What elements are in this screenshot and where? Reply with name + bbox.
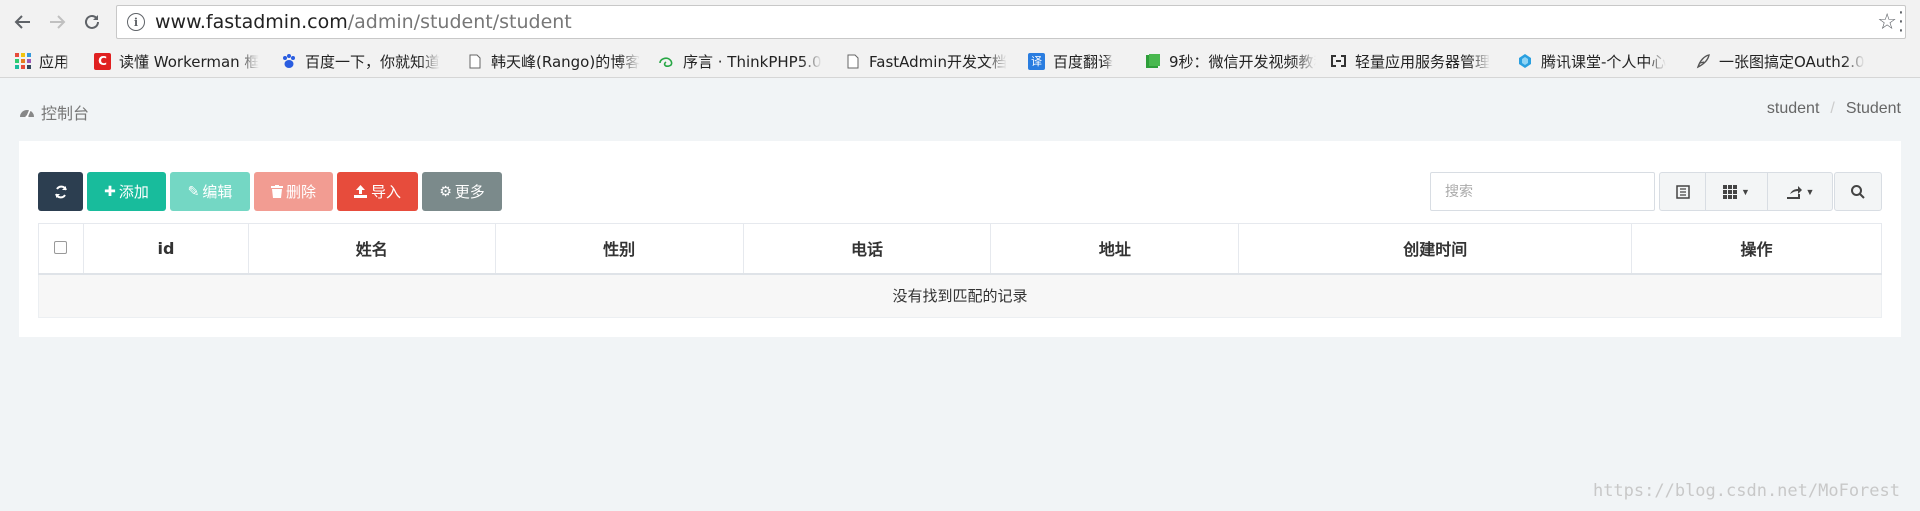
column-header-actions: 操作 — [1631, 223, 1882, 275]
url-text[interactable]: www.fastadmin.com/admin/student/student — [155, 11, 572, 33]
feather-icon — [1694, 53, 1711, 70]
column-header-id[interactable]: id — [82, 223, 249, 275]
cloud-bracket-icon — [1330, 53, 1347, 70]
reload-button[interactable] — [77, 8, 107, 36]
forward-button[interactable] — [42, 8, 72, 36]
reload-icon — [85, 14, 99, 29]
plus-icon: ✚ — [104, 183, 116, 200]
bookmark-star-icon[interactable]: ☆ — [1877, 9, 1897, 35]
dashboard-icon — [20, 109, 34, 119]
caret-down-icon: ▼ — [1805, 186, 1815, 197]
search-box — [1430, 172, 1655, 211]
column-header-address[interactable]: 地址 — [990, 223, 1240, 275]
card-view-icon — [1675, 184, 1690, 199]
breadcrumb-item-student[interactable]: student — [1767, 100, 1819, 118]
tencent-classroom-icon — [1516, 53, 1533, 70]
trash-icon — [270, 185, 283, 198]
toggle-view-button[interactable] — [1660, 173, 1706, 210]
bookmark-baidu-translate[interactable]: 译 百度翻译 — [1028, 47, 1130, 75]
columns-dropdown-button[interactable]: ▼ — [1706, 173, 1768, 210]
search-icon — [1851, 184, 1865, 199]
baidu-paw-icon — [280, 53, 297, 70]
select-all-checkbox[interactable] — [54, 240, 68, 254]
bookmark-tencent-classroom[interactable]: 腾讯课堂-个人中心 — [1516, 47, 1680, 75]
column-header-created-at[interactable]: 创建时间 — [1238, 223, 1633, 275]
page-icon — [466, 53, 483, 70]
export-dropdown-button[interactable]: ▼ — [1768, 173, 1832, 210]
bookmarks-bar: 应用 C 读懂 Workerman 框 百度一下，你就知道 韩天峰(Rango)… — [0, 47, 1920, 75]
table-tools-group: ▼ ▼ — [1659, 172, 1833, 211]
back-button[interactable] — [8, 8, 38, 36]
caret-down-icon: ▼ — [1741, 186, 1750, 197]
gear-icon: ⚙ — [439, 183, 452, 200]
column-header-phone[interactable]: 电话 — [742, 223, 992, 275]
refresh-button[interactable] — [38, 172, 83, 211]
pencil-icon: ✎ — [187, 183, 200, 200]
bookmark-thinkphp[interactable]: 序言 · ThinkPHP5.0 — [658, 47, 830, 75]
data-table: id 姓名 性别 电话 地址 创建时间 操作 没有找到匹配的记录 — [38, 223, 1882, 318]
table-header-row: id 姓名 性别 电话 地址 创建时间 操作 — [38, 223, 1882, 275]
refresh-icon — [54, 185, 67, 198]
arrow-right-icon — [50, 15, 66, 29]
column-header-name[interactable]: 姓名 — [247, 223, 496, 275]
breadcrumb-separator: / — [1830, 100, 1835, 117]
content-header: 控制台 student / Student — [0, 79, 1920, 141]
translate-icon: 译 — [1028, 52, 1045, 70]
bookmark-fastadmin-docs[interactable]: FastAdmin开发文档 — [844, 47, 1014, 75]
bookmark-baidu[interactable]: 百度一下，你就知道 — [280, 47, 452, 75]
upload-icon — [353, 185, 367, 198]
table-header: id 姓名 性别 电话 地址 创建时间 操作 — [38, 223, 1882, 275]
dashboard-label: 控制台 — [41, 106, 90, 123]
browser-chrome: i www.fastadmin.com/admin/student/studen… — [0, 0, 1920, 78]
bookmark-oauth[interactable]: 一张图搞定OAuth2.0 — [1694, 47, 1866, 75]
watermark: https://blog.csdn.net/MoForest — [1592, 481, 1900, 501]
search-toggle-button[interactable] — [1834, 172, 1882, 211]
page-icon — [844, 53, 861, 70]
red-c-logo-icon: C — [94, 52, 111, 70]
more-button[interactable]: ⚙ 更多 — [422, 172, 502, 211]
column-header-gender[interactable]: 性别 — [494, 223, 744, 275]
empty-message: 没有找到匹配的记录 — [38, 273, 1882, 318]
export-icon — [1786, 185, 1802, 199]
breadcrumb-item-current: Student — [1845, 100, 1901, 117]
grid-icon — [1723, 184, 1738, 199]
bookmark-apps[interactable]: 应用 — [14, 47, 80, 75]
bookmark-lightweight-server[interactable]: 轻量应用服务器管理 — [1330, 47, 1502, 75]
bookmark-workerman[interactable]: C 读懂 Workerman 框 — [94, 47, 266, 75]
dashboard-breadcrumb[interactable]: 控制台 — [19, 100, 89, 124]
address-bar[interactable]: i www.fastadmin.com/admin/student/studen… — [116, 5, 1906, 39]
select-all-cell — [38, 223, 84, 275]
apps-grid-icon — [14, 53, 31, 70]
search-input[interactable] — [1431, 173, 1654, 210]
table-body: 没有找到匹配的记录 — [38, 273, 1882, 318]
info-icon[interactable]: i — [127, 13, 145, 31]
toolbar: ✚ 添加 ✎ 编辑 删除 导入 ⚙ 更多 — [38, 172, 506, 211]
empty-row: 没有找到匹配的记录 — [38, 273, 1882, 318]
browser-menu-icon[interactable]: · · · — [1896, 2, 1906, 40]
bookmark-wechat-video[interactable]: 9秒：微信开发视频教程 — [1144, 47, 1316, 75]
delete-button[interactable]: 删除 — [254, 172, 333, 211]
edit-button[interactable]: ✎ 编辑 — [170, 172, 250, 211]
add-button[interactable]: ✚ 添加 — [87, 172, 166, 211]
arrow-left-icon — [14, 15, 30, 29]
content-panel: ✚添加 ✎编辑 删除 导入 ⚙更多 ▼ ▼ — [19, 141, 1901, 337]
green-book-icon — [1144, 53, 1161, 70]
import-button[interactable]: 导入 — [337, 172, 418, 211]
thinkphp-logo-icon — [658, 53, 675, 70]
breadcrumb: student / Student — [1767, 100, 1901, 118]
bookmark-rango-blog[interactable]: 韩天峰(Rango)的博客 — [466, 47, 644, 75]
